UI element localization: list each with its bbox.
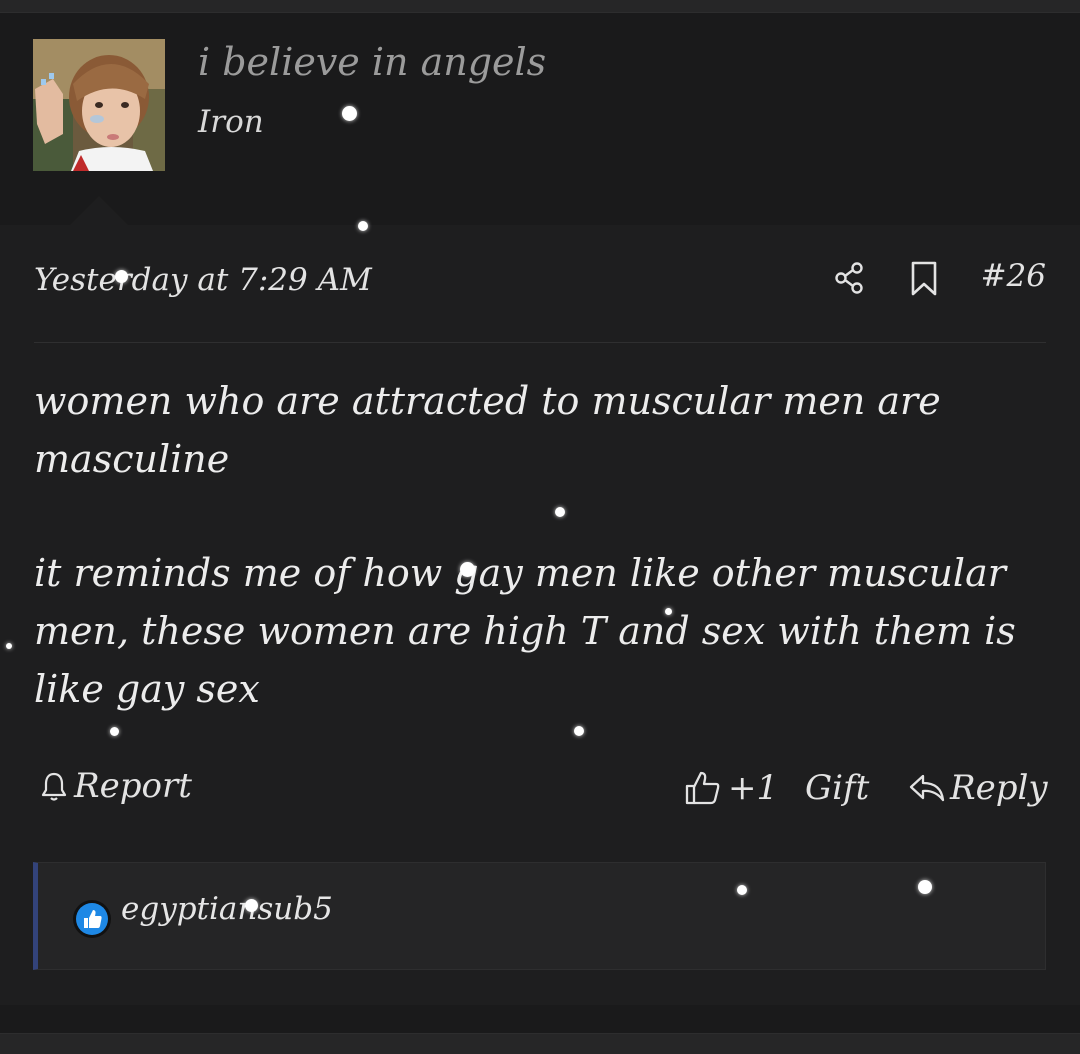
reply-arrow-icon xyxy=(909,774,945,802)
reply-label: Reply xyxy=(950,768,1048,808)
snowflake xyxy=(6,643,12,649)
like-count: +1 xyxy=(728,768,779,808)
reactions-bar[interactable]: egyptiansub5 xyxy=(33,862,1046,970)
snowflake xyxy=(555,507,565,517)
snowflake xyxy=(342,106,357,121)
snowflake xyxy=(574,726,584,736)
bottom-strip xyxy=(0,1005,1080,1054)
report-label: Report xyxy=(74,766,192,806)
reply-button[interactable]: Reply xyxy=(908,768,1048,808)
avatar-image xyxy=(33,39,165,171)
snowflake xyxy=(737,885,747,895)
message-paragraph: it reminds me of how gay men like other … xyxy=(34,551,1016,711)
avatar[interactable] xyxy=(33,39,165,171)
post-timestamp[interactable]: Yesterday at 7:29 AM xyxy=(34,262,372,298)
bookmark-icon[interactable] xyxy=(909,261,939,297)
gift-button[interactable]: Gift xyxy=(805,768,869,808)
share-icon[interactable] xyxy=(833,261,867,295)
snowflake xyxy=(358,221,368,231)
bell-icon xyxy=(41,772,67,801)
thumbs-up-outline-icon xyxy=(685,771,720,805)
reaction-user-link[interactable]: egyptiansub5 xyxy=(121,891,333,927)
like-button[interactable]: +1 xyxy=(684,768,778,808)
snowflake xyxy=(245,899,258,912)
snowflake xyxy=(110,727,119,736)
snowflake xyxy=(460,562,475,577)
snowflake xyxy=(665,608,672,615)
snowflake xyxy=(918,880,932,894)
top-strip xyxy=(0,0,1080,13)
post-number[interactable]: #26 xyxy=(981,258,1046,294)
message-content: women who are attracted to muscular men … xyxy=(34,372,1046,774)
user-rank: Iron xyxy=(198,104,264,140)
message-paragraph: women who are attracted to muscular men … xyxy=(34,379,941,481)
snowflake xyxy=(115,270,128,283)
report-button[interactable]: Report xyxy=(38,766,192,806)
thumbs-up-icon xyxy=(72,899,112,939)
divider xyxy=(34,342,1046,343)
message-pointer xyxy=(69,196,129,226)
username[interactable]: i believe in angels xyxy=(198,40,546,84)
